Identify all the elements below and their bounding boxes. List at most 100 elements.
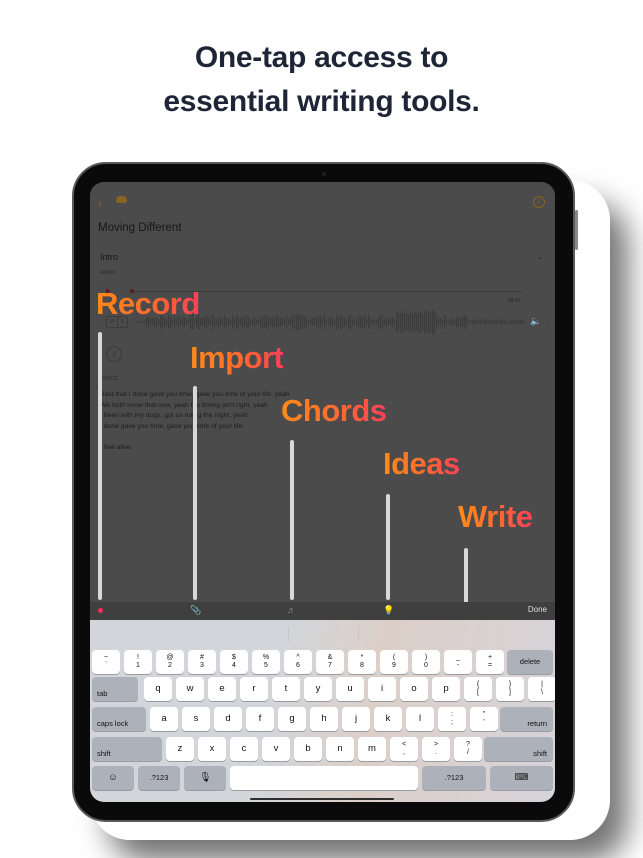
key-'[interactable]: " ' (470, 707, 498, 731)
song-title[interactable]: Moving Different (98, 222, 182, 234)
writing-toolbar: 📎 ♬ 💡 Done (90, 602, 555, 620)
key-r[interactable]: r (240, 677, 268, 701)
key-`[interactable]: ~ ` (92, 650, 120, 674)
chords-icon[interactable]: ♬ (287, 605, 296, 615)
key-i[interactable]: i (368, 677, 396, 701)
emoji-icon[interactable]: ☺ (92, 766, 134, 790)
key-s[interactable]: s (182, 707, 210, 731)
waveform-sample (518, 319, 520, 325)
key-c[interactable]: c (230, 737, 258, 761)
key-u[interactable]: u (336, 677, 364, 701)
keyboard: ~ `! 1 @2 #3 $4% 5 ^ 6 & 7 * 8(9) 0 _ - + = delete tab q w e r… (90, 620, 555, 802)
callout-write: Write (458, 499, 533, 534)
key-;[interactable]: :; (438, 707, 466, 731)
key-base-char: 5 (264, 662, 268, 669)
key-2[interactable]: @2 (156, 650, 184, 674)
waveform-sample (210, 318, 212, 326)
key-0[interactable]: ) 0 (412, 650, 440, 674)
microphone-icon[interactable]: 🎙 (184, 766, 226, 790)
cloud-icon[interactable] (116, 196, 127, 203)
space-bar[interactable] (230, 766, 418, 790)
key-/[interactable]: ? / (454, 737, 482, 761)
waveform-sample (200, 318, 202, 326)
key-h[interactable]: h (310, 707, 338, 731)
key-a[interactable]: a (150, 707, 178, 731)
key-q[interactable]: q (144, 677, 172, 701)
chevron-left-icon[interactable]: ‹ (98, 196, 102, 211)
key-base-char: 3 (200, 662, 204, 669)
done-button[interactable]: Done (528, 605, 547, 614)
key-7[interactable]: & 7 (316, 650, 344, 674)
key-\[interactable]: | \ (528, 677, 555, 701)
chevron-down-icon[interactable]: ⌄ (536, 252, 543, 261)
key-shift-char: ! (137, 654, 139, 661)
waveform-sample (356, 319, 358, 325)
key-y[interactable]: y (304, 677, 332, 701)
key-shift-char: | (541, 681, 543, 688)
key-k[interactable]: k (374, 707, 402, 731)
waveform-sample (266, 314, 268, 330)
key-.[interactable]: >. (422, 737, 450, 761)
key-f[interactable]: f (246, 707, 274, 731)
add-music-icon[interactable]: ♫ (106, 346, 122, 362)
key-e[interactable]: e (208, 677, 236, 701)
home-indicator[interactable] (250, 798, 394, 800)
key-6[interactable]: ^ 6 (284, 650, 312, 674)
waveform-sample (402, 310, 404, 334)
waveform-sample (386, 317, 388, 327)
lyrics-label: LYRICS (100, 376, 118, 382)
more-options-icon[interactable]: ⋮ (543, 315, 552, 326)
key-9[interactable]: (9 (380, 650, 408, 674)
lightbulb-icon[interactable]: 💡 (383, 605, 394, 616)
keyboard-hide-icon[interactable]: ⌨ (490, 766, 553, 790)
return-key[interactable]: return (500, 707, 553, 731)
key-z[interactable]: z (166, 737, 194, 761)
key-shift-char: > (433, 741, 439, 748)
key-j[interactable]: j (342, 707, 370, 731)
callout-record: Record (96, 286, 200, 321)
key-][interactable]: }] (496, 677, 524, 701)
key-3[interactable]: #3 (188, 650, 216, 674)
key-base-char: / (467, 749, 469, 756)
record-dot-icon[interactable] (98, 608, 103, 613)
key-shift-char: " (482, 711, 486, 718)
key-8[interactable]: * 8 (348, 650, 376, 674)
numbers-key-left[interactable]: .?123 (138, 766, 180, 790)
waveform-sample (240, 318, 242, 326)
key-,[interactable]: <, (390, 737, 418, 761)
key-l[interactable]: l (406, 707, 434, 731)
waveform-sample (274, 317, 276, 327)
key-d[interactable]: d (214, 707, 242, 731)
key-b[interactable]: b (294, 737, 322, 761)
key-v[interactable]: v (262, 737, 290, 761)
key-g[interactable]: g (278, 707, 306, 731)
section-title[interactable]: Intro (100, 252, 118, 262)
key-m[interactable]: m (358, 737, 386, 761)
delete-key[interactable]: delete (507, 650, 553, 674)
key--[interactable]: _ - (444, 650, 472, 674)
key-shift-char: : (451, 711, 453, 718)
key-w[interactable]: w (176, 677, 204, 701)
waveform-sample (398, 312, 400, 332)
key-[[interactable]: {[ (464, 677, 492, 701)
speaker-icon[interactable]: 🔈 (530, 316, 541, 327)
key-1[interactable]: ! 1 (124, 650, 152, 674)
key-=[interactable]: + = (476, 650, 504, 674)
key-4[interactable]: $4 (220, 650, 248, 674)
caps-lock-key[interactable]: caps lock (92, 707, 146, 731)
shift-key-right[interactable]: shift (484, 737, 553, 761)
key-n[interactable]: n (326, 737, 354, 761)
waveform-sample (382, 314, 384, 330)
attachment-icon[interactable]: 📎 (190, 605, 201, 616)
key-o[interactable]: o (400, 677, 428, 701)
waveform-sample (448, 319, 450, 325)
tab-key[interactable]: tab (92, 677, 138, 701)
shift-key-left[interactable]: shift (92, 737, 162, 761)
key-x[interactable]: x (198, 737, 226, 761)
key-p[interactable]: p (432, 677, 460, 701)
key-5[interactable]: % 5 (252, 650, 280, 674)
numbers-key-right[interactable]: .?123 (422, 766, 486, 790)
waveform-sample (462, 316, 464, 328)
key-t[interactable]: t (272, 677, 300, 701)
info-icon[interactable]: i (533, 196, 545, 208)
